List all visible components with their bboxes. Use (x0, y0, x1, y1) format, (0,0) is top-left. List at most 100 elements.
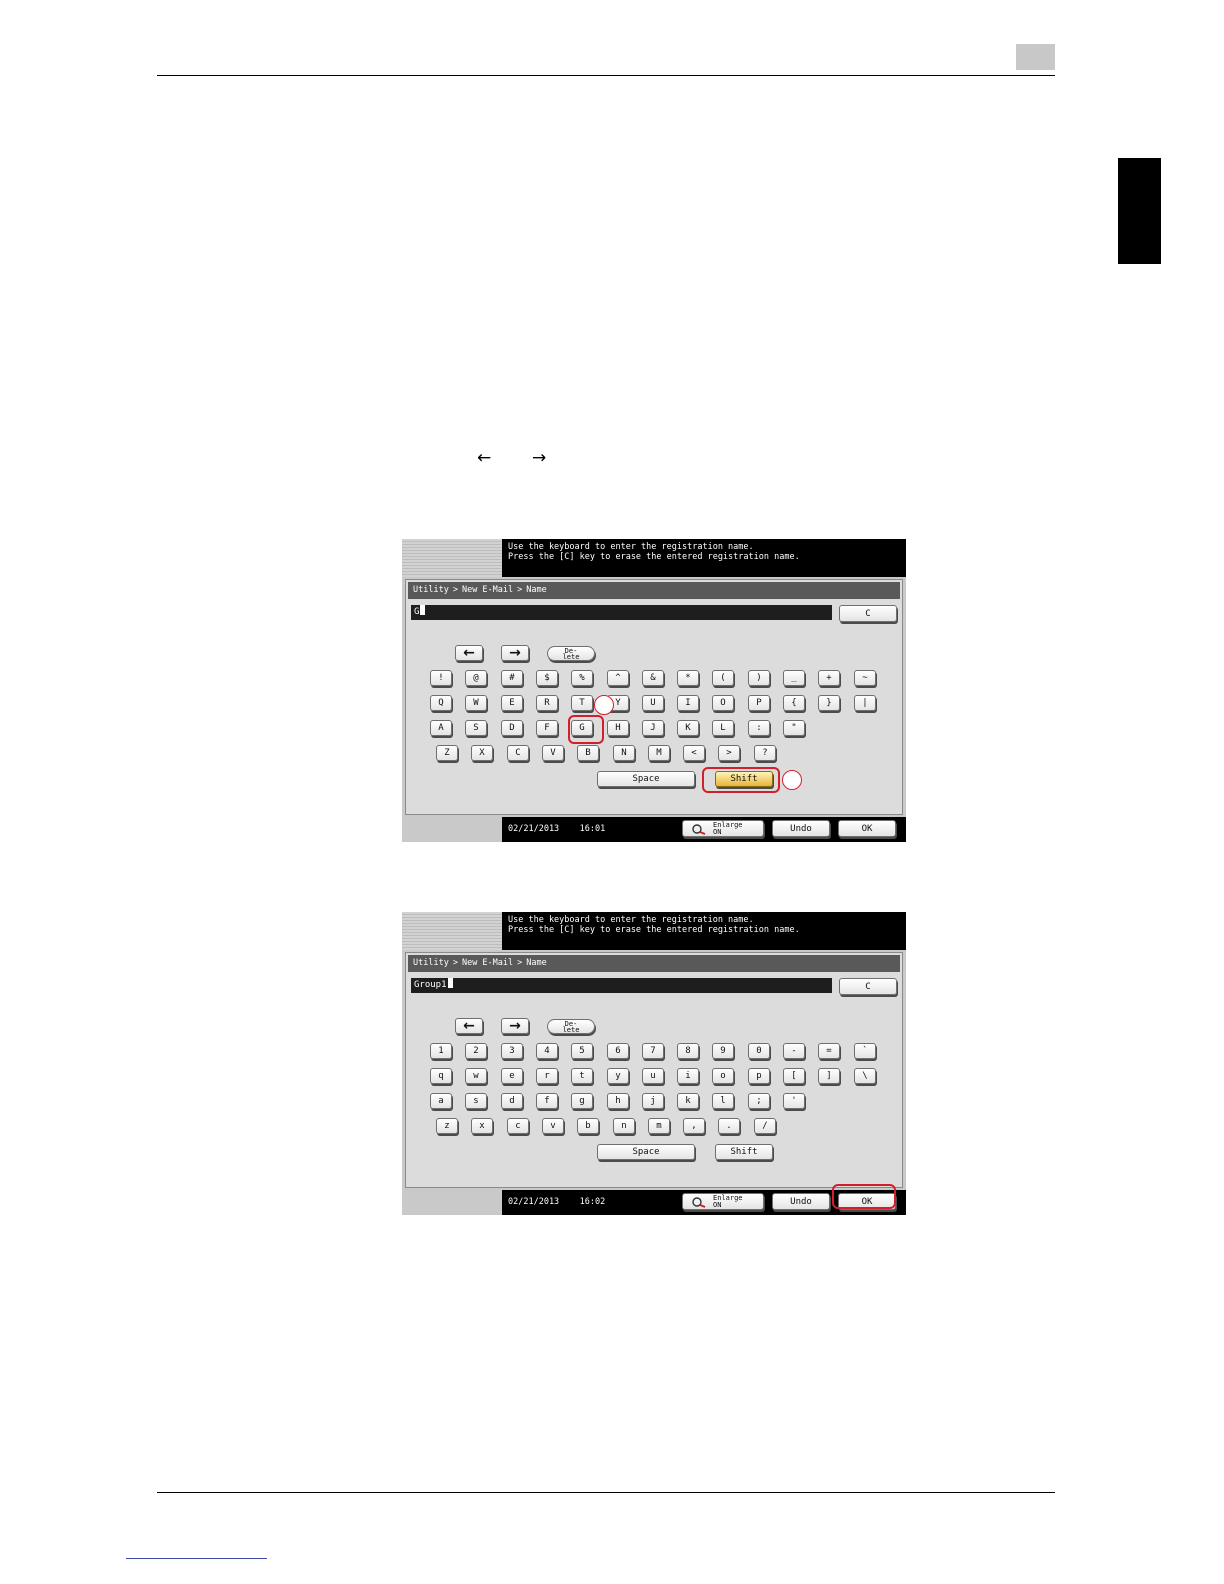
key-button[interactable]: 8 (677, 1043, 699, 1059)
key-button[interactable]: V (542, 745, 564, 761)
key-button[interactable]: % (571, 670, 593, 686)
key-button[interactable]: E (501, 695, 523, 711)
key-button[interactable]: d (501, 1093, 523, 1109)
key-button[interactable]: D (501, 720, 523, 736)
key-button[interactable]: x (471, 1118, 493, 1134)
key-button[interactable]: T (571, 695, 593, 711)
key-button[interactable]: B (577, 745, 599, 761)
key-button[interactable]: $ (536, 670, 558, 686)
key-button[interactable]: o (712, 1068, 734, 1084)
key-button[interactable]: m (648, 1118, 670, 1134)
cursor-left-button[interactable]: ← (455, 645, 483, 661)
key-button[interactable]: , (683, 1118, 705, 1134)
key-button[interactable]: & (642, 670, 664, 686)
key-button[interactable]: 4 (536, 1043, 558, 1059)
key-button[interactable]: u (642, 1068, 664, 1084)
key-button[interactable]: } (818, 695, 840, 711)
ok-button[interactable]: OK (838, 820, 896, 837)
key-button[interactable]: 9 (712, 1043, 734, 1059)
key-button[interactable]: f (536, 1093, 558, 1109)
key-button[interactable]: g (571, 1093, 593, 1109)
key-button[interactable]: t (571, 1068, 593, 1084)
key-button[interactable]: 7 (642, 1043, 664, 1059)
key-button[interactable]: 2 (465, 1043, 487, 1059)
key-button[interactable]: H (607, 720, 629, 736)
key-button[interactable]: j (642, 1093, 664, 1109)
key-button[interactable]: I (677, 695, 699, 711)
key-button[interactable]: < (683, 745, 705, 761)
key-button[interactable]: _ (783, 670, 805, 686)
key-button[interactable]: X (471, 745, 493, 761)
key-button[interactable]: ( (712, 670, 734, 686)
key-button[interactable]: / (754, 1118, 776, 1134)
key-button[interactable]: s (465, 1093, 487, 1109)
key-button[interactable]: Q (430, 695, 452, 711)
enlarge-display-button[interactable]: Enlarge ON (682, 1193, 764, 1210)
undo-button[interactable]: Undo (772, 1193, 830, 1210)
key-button[interactable]: 5 (571, 1043, 593, 1059)
key-button[interactable]: * (677, 670, 699, 686)
key-button[interactable]: | (854, 695, 876, 711)
breadcrumb-utility[interactable]: Utility (413, 958, 449, 968)
delete-button[interactable]: De-lete (547, 1019, 595, 1034)
key-button[interactable]: F (536, 720, 558, 736)
key-button[interactable]: a (430, 1093, 452, 1109)
cursor-left-button[interactable]: ← (455, 1018, 483, 1034)
key-button[interactable]: ~ (854, 670, 876, 686)
key-button[interactable]: 0 (748, 1043, 770, 1059)
key-button[interactable]: + (818, 670, 840, 686)
key-button[interactable]: L (712, 720, 734, 736)
key-button[interactable]: n (613, 1118, 635, 1134)
cursor-right-button[interactable]: → (501, 645, 529, 661)
key-button[interactable]: K (677, 720, 699, 736)
key-button[interactable]: k (677, 1093, 699, 1109)
key-button[interactable]: c (507, 1118, 529, 1134)
key-button[interactable]: e (501, 1068, 523, 1084)
key-button[interactable]: ; (748, 1093, 770, 1109)
key-button[interactable]: r (536, 1068, 558, 1084)
key-button[interactable]: z (436, 1118, 458, 1134)
key-button[interactable]: ` (854, 1043, 876, 1059)
key-button[interactable]: S (465, 720, 487, 736)
key-button[interactable]: " (783, 720, 805, 736)
key-button[interactable]: h (607, 1093, 629, 1109)
key-button[interactable]: 3 (501, 1043, 523, 1059)
key-button[interactable]: # (501, 670, 523, 686)
key-button[interactable]: W (465, 695, 487, 711)
key-button[interactable]: = (818, 1043, 840, 1059)
footer-link-underline[interactable] (126, 1558, 267, 1559)
key-button[interactable]: @ (465, 670, 487, 686)
key-button[interactable]: M (648, 745, 670, 761)
key-button[interactable]: > (718, 745, 740, 761)
key-button[interactable]: w (465, 1068, 487, 1084)
breadcrumb-new-email[interactable]: New E-Mail (462, 958, 513, 968)
key-button[interactable]: J (642, 720, 664, 736)
key-button[interactable]: { (783, 695, 805, 711)
breadcrumb-utility[interactable]: Utility (413, 585, 449, 595)
key-button[interactable]: ! (430, 670, 452, 686)
name-input-field[interactable]: G (411, 605, 832, 620)
key-button[interactable]: ' (783, 1093, 805, 1109)
delete-button[interactable]: De-lete (547, 646, 595, 661)
key-button[interactable]: : (748, 720, 770, 736)
key-button[interactable]: O (712, 695, 734, 711)
key-button[interactable]: l (712, 1093, 734, 1109)
key-button[interactable]: y (607, 1068, 629, 1084)
space-key[interactable]: Space (597, 1144, 695, 1160)
key-button[interactable]: ? (754, 745, 776, 761)
key-button[interactable]: ] (818, 1068, 840, 1084)
key-button[interactable]: q (430, 1068, 452, 1084)
key-button[interactable]: - (783, 1043, 805, 1059)
key-button[interactable]: C (507, 745, 529, 761)
key-button[interactable]: . (718, 1118, 740, 1134)
enlarge-display-button[interactable]: Enlarge ON (682, 820, 764, 837)
key-button[interactable]: 6 (607, 1043, 629, 1059)
key-button[interactable]: b (577, 1118, 599, 1134)
key-button[interactable]: p (748, 1068, 770, 1084)
key-button[interactable]: i (677, 1068, 699, 1084)
clear-button[interactable]: C (839, 605, 897, 622)
key-button[interactable]: [ (783, 1068, 805, 1084)
key-button[interactable]: P (748, 695, 770, 711)
clear-button[interactable]: C (839, 978, 897, 995)
shift-key[interactable]: Shift (715, 1144, 773, 1160)
